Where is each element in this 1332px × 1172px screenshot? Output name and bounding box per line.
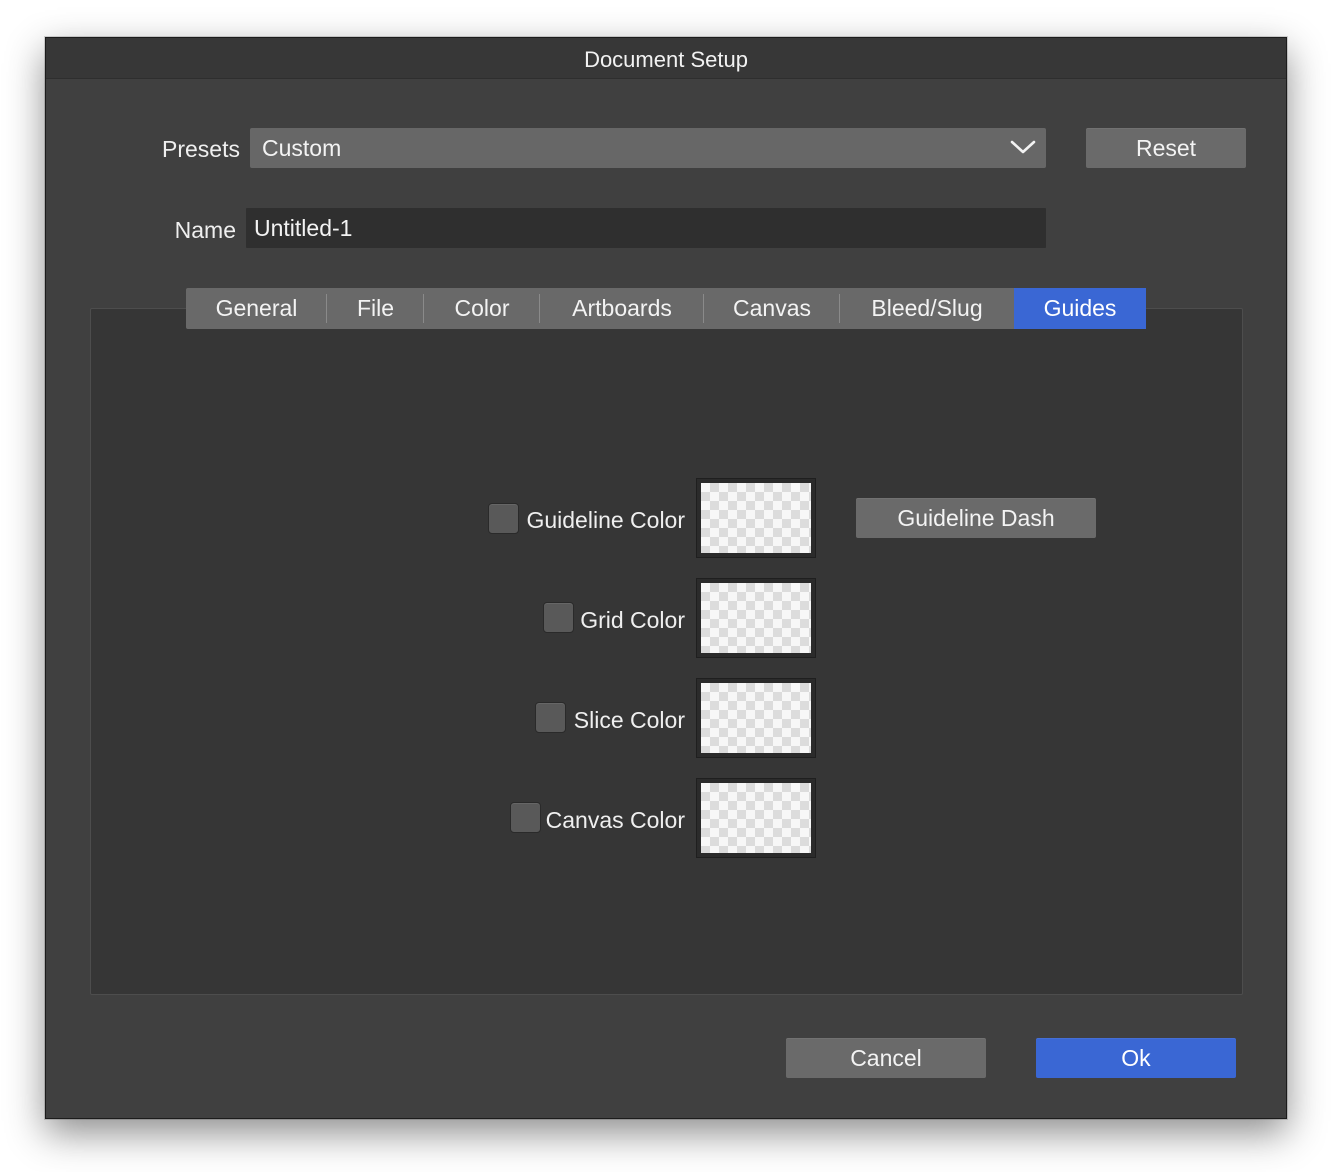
tab-canvas[interactable]: Canvas	[704, 288, 840, 329]
presets-value: Custom	[262, 135, 342, 161]
tab-color[interactable]: Color	[424, 288, 540, 329]
chevron-down-icon	[1010, 140, 1036, 154]
transparent-checker	[701, 583, 811, 653]
name-input[interactable]: Untitled-1	[246, 208, 1046, 248]
slice-color-swatch[interactable]	[696, 678, 816, 758]
transparent-checker	[701, 683, 811, 753]
guideline-color-swatch[interactable]	[696, 478, 816, 558]
tab-bleed-slug[interactable]: Bleed/Slug	[840, 288, 1014, 329]
transparent-checker	[701, 483, 811, 553]
transparent-checker	[701, 783, 811, 853]
presets-dropdown[interactable]: Custom	[250, 128, 1046, 168]
slice-color-label: Slice Color	[573, 707, 685, 733]
tab-panel: Guideline Color Guideline Dash Grid Colo…	[90, 308, 1243, 995]
reset-button[interactable]: Reset	[1086, 128, 1246, 168]
title-bar: Document Setup	[46, 38, 1286, 79]
guideline-dash-button[interactable]: Guideline Dash	[856, 498, 1096, 538]
tab-general[interactable]: General	[186, 288, 327, 329]
tab-file[interactable]: File	[327, 288, 424, 329]
presets-label: Presets	[162, 136, 240, 162]
grid-color-label: Grid Color	[580, 607, 685, 633]
document-setup-dialog: Document Setup Presets Custom Reset Name…	[45, 37, 1287, 1119]
guideline-color-label: Guideline Color	[526, 507, 685, 533]
name-value: Untitled-1	[254, 215, 353, 241]
cancel-button[interactable]: Cancel	[786, 1038, 986, 1078]
ok-button[interactable]: Ok	[1036, 1038, 1236, 1078]
window-title: Document Setup	[584, 47, 748, 72]
canvas-color-label: Canvas Color	[545, 807, 685, 833]
tab-artboards[interactable]: Artboards	[540, 288, 704, 329]
grid-color-swatch[interactable]	[696, 578, 816, 658]
tab-guides[interactable]: Guides	[1014, 288, 1146, 329]
tab-bar: General File Color Artboards Canvas Blee…	[186, 288, 1146, 329]
canvas-color-swatch[interactable]	[696, 778, 816, 858]
name-label: Name	[174, 217, 236, 243]
